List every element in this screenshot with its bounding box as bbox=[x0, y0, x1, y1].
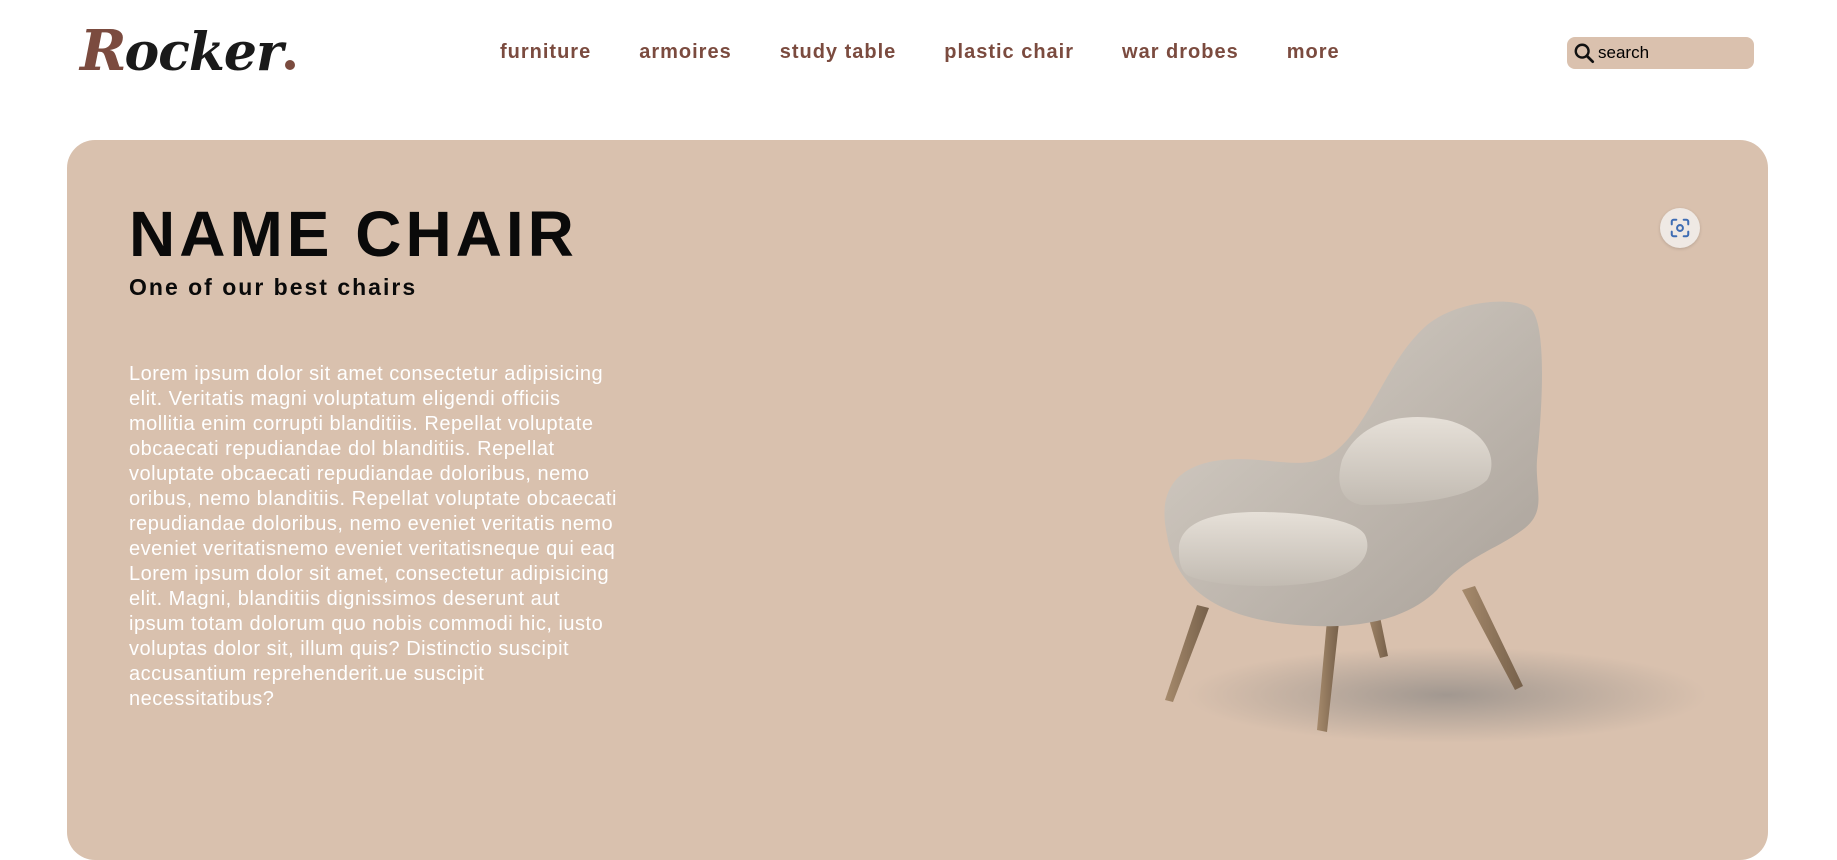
visual-search-button[interactable] bbox=[1660, 208, 1700, 248]
nav-link-furniture[interactable]: furniture bbox=[500, 38, 591, 66]
logo[interactable]: R ocker bbox=[80, 18, 296, 84]
search-box[interactable] bbox=[1567, 37, 1754, 69]
logo-mark: R bbox=[80, 18, 127, 84]
nav-link-armoires[interactable]: armoires bbox=[639, 38, 732, 66]
nav-link-study-table[interactable]: study table bbox=[780, 38, 897, 66]
chair-image bbox=[1164, 301, 1707, 743]
hero-panel: NAME CHAIR One of our best chairs Lorem … bbox=[67, 140, 1768, 860]
hero-subtitle: One of our best chairs bbox=[129, 274, 418, 300]
search-input[interactable] bbox=[1595, 43, 1748, 63]
hero-title: NAME CHAIR bbox=[129, 198, 578, 270]
nav-link-more[interactable]: more bbox=[1287, 38, 1340, 66]
top-navigation-bar: R ocker furniture armoires study table p… bbox=[0, 0, 1837, 110]
nav-link-plastic-chair[interactable]: plastic chair bbox=[944, 38, 1074, 66]
nav-link-war-drobes[interactable]: war drobes bbox=[1122, 38, 1239, 66]
hero-description: Lorem ipsum dolor sit amet consectetur a… bbox=[129, 363, 617, 710]
visual-search-icon bbox=[1670, 218, 1690, 238]
main-nav: furniture armoires study table plastic c… bbox=[500, 38, 1340, 66]
search-icon bbox=[1574, 43, 1595, 64]
logo-wordmark: ocker bbox=[124, 22, 284, 83]
logo-dot bbox=[285, 60, 296, 70]
